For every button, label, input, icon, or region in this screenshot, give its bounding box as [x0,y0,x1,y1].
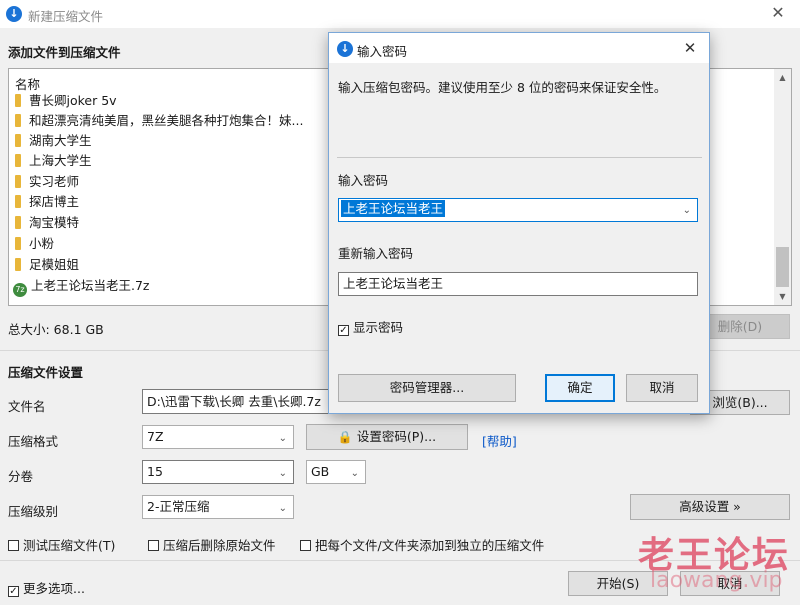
password-manager-button[interactable]: 密码管理器... [338,374,516,402]
reenter-password-label: 重新输入密码 [338,246,414,261]
list-item[interactable]: 淘宝模特 [15,213,79,233]
help-link[interactable]: [帮助] [482,431,517,450]
volume-label: 分卷 [8,469,34,484]
ok-button[interactable]: 确定 [545,374,615,402]
filename-label: 文件名 [8,399,46,414]
folder-icon [15,195,21,208]
list-item[interactable]: 7z 上老王论坛当老王.7z [13,276,150,297]
scroll-thumb[interactable] [776,247,789,287]
list-item[interactable]: 湖南大学生 [15,131,92,151]
window-title-bar: ↓ 新建压缩文件 ✕ [0,0,800,28]
dialog-divider [337,157,702,158]
volume-unit-select[interactable]: GB ⌄ [306,460,366,484]
advanced-settings-button[interactable]: 高级设置 » [630,494,790,520]
lock-icon: 🔒 [337,430,353,444]
checkbox-icon [148,540,159,551]
folder-icon [15,94,21,107]
dialog-title: 输入密码 [357,44,408,59]
checkbox-checked-icon: ✓ [8,586,19,597]
delete-after-checkbox[interactable]: 压缩后删除原始文件 [148,535,276,554]
show-password-checkbox[interactable]: ✓ 显示密码 [338,317,403,336]
list-item[interactable]: 曹长卿joker 5v [15,91,117,111]
list-item[interactable]: 和超漂亮清纯美眉，黑丝美腿各种打炮集合！妹... [15,111,303,131]
dialog-description: 输入压缩包密码。建议使用至少 8 位的密码来保证安全性。 [338,80,667,95]
chevron-down-icon: ⌄ [350,468,359,479]
level-select[interactable]: 2-正常压缩 ⌄ [142,495,294,519]
checkbox-icon [8,540,19,551]
download-arrow-icon: ↓ [6,6,22,22]
folder-icon [15,216,21,229]
watermark-url: laowang.vip [650,568,783,593]
checkbox-icon [300,540,311,551]
dialog-title-bar: ↓ 输入密码 ✕ [329,33,709,63]
volume-input[interactable]: 15 ⌄ [142,460,294,484]
checkbox-checked-icon: ✓ [338,325,349,336]
scroll-down-icon[interactable]: ▼ [774,288,791,305]
list-item[interactable]: 足模姐姐 [15,255,79,275]
close-icon[interactable]: ✕ [766,2,790,24]
dialog-cancel-button[interactable]: 取消 [626,374,698,402]
format-label: 压缩格式 [8,434,59,449]
list-item[interactable]: 探店博主 [15,192,79,212]
password-input[interactable]: 上老王论坛当老王 ⌄ [338,198,698,222]
folder-icon [15,134,21,147]
set-password-button[interactable]: 🔒 设置密码(P)... [306,424,468,450]
list-item[interactable]: 上海大学生 [15,151,92,171]
chevron-down-icon[interactable]: ⌄ [683,201,691,221]
folder-icon [15,175,21,188]
chevron-down-icon: ⌄ [278,468,287,479]
download-arrow-icon: ↓ [337,41,353,57]
password-label: 输入密码 [338,173,389,188]
scroll-up-icon[interactable]: ▲ [774,69,791,86]
vertical-scrollbar[interactable]: ▲ ▼ [774,69,791,305]
more-options-checkbox[interactable]: ✓ 更多选项... [8,578,85,597]
level-label: 压缩级别 [8,504,59,519]
reenter-password-input[interactable]: 上老王论坛当老王 [338,272,698,296]
list-item[interactable]: 小粉 [15,234,54,254]
list-item[interactable]: 实习老师 [15,172,79,192]
format-select[interactable]: 7Z ⌄ [142,425,294,449]
chevron-down-icon: ⌄ [278,433,287,444]
folder-icon [15,258,21,271]
folder-icon [15,237,21,250]
folder-icon [15,114,21,127]
password-dialog: ↓ 输入密码 ✕ 输入压缩包密码。建议使用至少 8 位的密码来保证安全性。 输入… [328,32,710,414]
archive-icon: 7z [13,283,27,297]
total-size: 总大小: 68.1 GB [8,322,104,337]
chevron-down-icon: ⌄ [278,503,287,514]
folder-icon [15,154,21,167]
test-archive-checkbox[interactable]: 测试压缩文件(T) [8,535,115,554]
add-files-heading: 添加文件到压缩文件 [8,45,121,60]
separate-archives-checkbox[interactable]: 把每个文件/文件夹添加到独立的压缩文件 [300,535,544,554]
settings-heading: 压缩文件设置 [8,365,84,380]
close-icon[interactable]: ✕ [679,37,701,59]
window-title: 新建压缩文件 [28,9,104,24]
